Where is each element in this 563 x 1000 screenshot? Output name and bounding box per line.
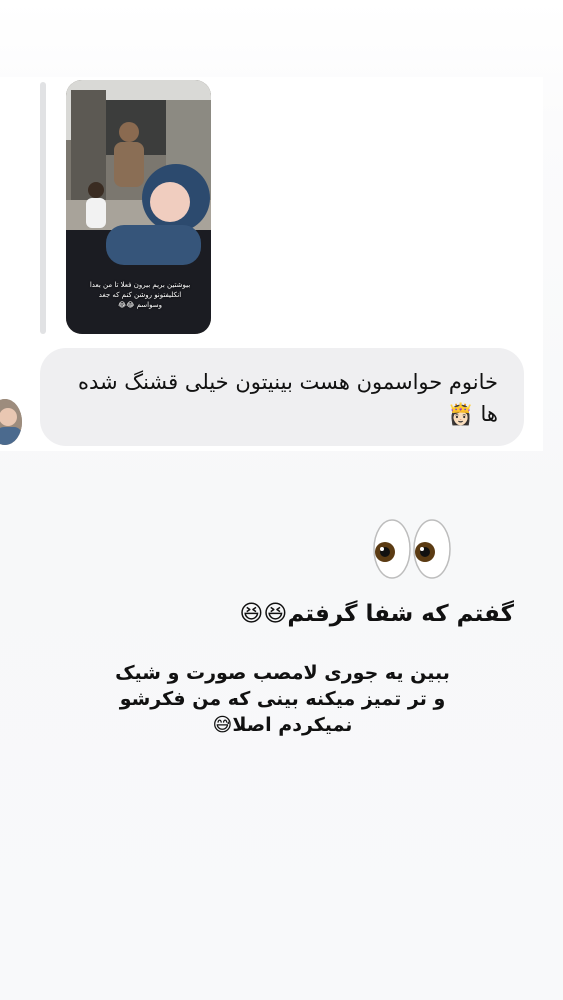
story-text-line-1: گفتم که شفا گرفتم😆😆 (239, 601, 514, 627)
eyes-icon (373, 519, 451, 579)
eyes-emoji-sticker (372, 518, 454, 580)
reply-indicator-bar (40, 82, 46, 334)
message-text: خانوم حواسمون هست بینیتون خیلی قشنگ شده … (78, 370, 498, 426)
story-text-line-2: ببین یه جوری لامصب صورت و شیک و تر تمیز … (115, 662, 450, 736)
replied-story-thumbnail[interactable]: بیوشتین بریم بیرون فعلا تا من بعدا انکلی… (66, 80, 211, 334)
story-caption-text: بیوشتین بریم بیرون فعلا تا من بعدا انکلی… (89, 281, 191, 309)
